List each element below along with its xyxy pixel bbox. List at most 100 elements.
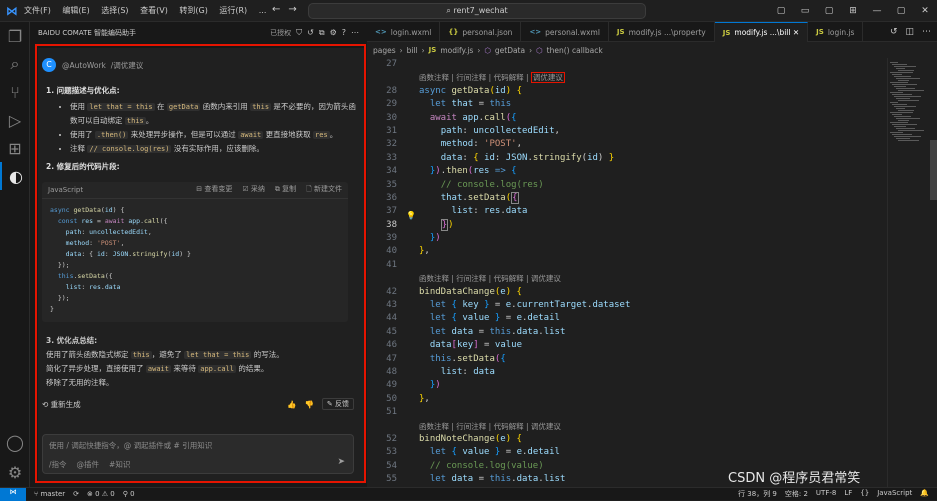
editor-scrollbar[interactable] xyxy=(930,140,937,200)
timeline-icon[interactable]: ↺ xyxy=(890,27,898,37)
tab-modify-bill[interactable]: JS modify.js ...\bill ✕ xyxy=(714,22,809,42)
layout-panel-icon[interactable]: ▭ xyxy=(793,6,817,16)
branch-status[interactable]: ⑂ master xyxy=(34,490,65,498)
regenerate-button[interactable]: ⟲ 重新生成 xyxy=(42,399,81,410)
copy-button[interactable]: ⧉ 复制 xyxy=(275,184,296,196)
code-editor[interactable]: 27 28 29 30 31 32 33 34 35 36 37 38 39 40 41 42 43 44 45 46… xyxy=(367,58,887,498)
layout-secondary-icon[interactable]: ▢ xyxy=(817,6,841,16)
accept-button[interactable]: ☑ 采纳 xyxy=(242,184,265,196)
new-chat-icon[interactable]: ⧉ xyxy=(319,28,325,38)
hint-command[interactable]: /指令 xyxy=(49,459,67,470)
eol[interactable]: LF xyxy=(844,489,852,499)
command-center-search[interactable]: ⌕ rent7_wechat xyxy=(308,3,646,19)
line-number: 32 xyxy=(386,139,397,150)
minimap-stroke xyxy=(892,124,917,125)
chat-input[interactable]: 使用 / 调起快捷指令，@ 调起插件或 # 引用知识 /指令 @插件 #知识 ➤ xyxy=(42,434,354,474)
extensions-icon[interactable]: ⊞ xyxy=(0,134,30,162)
shield-icon[interactable]: ⛉ xyxy=(296,28,302,38)
maximize-icon[interactable]: ▢ xyxy=(889,6,913,16)
menu-more[interactable]: ... xyxy=(259,6,267,15)
gear-icon[interactable]: ⚙ xyxy=(330,28,337,38)
search-icon[interactable]: ⌕ xyxy=(0,50,30,78)
back-arrow-icon[interactable]: ← xyxy=(272,4,288,15)
status-right: 行 38，列 9 空格: 2 UTF-8 LF {} JavaScript 🔔 xyxy=(738,489,937,499)
tab-close-icon[interactable]: ✕ xyxy=(793,28,799,37)
codelens[interactable]: 函数注释 | 行间注释 | 代码解释 | 调优建议 xyxy=(419,420,879,433)
settings-gear-icon[interactable]: ⚙ xyxy=(0,458,30,486)
optimize-suggestion-link[interactable]: 调优建议 xyxy=(530,72,565,84)
minimap-stroke xyxy=(898,130,924,131)
code-language: JavaScript xyxy=(48,186,84,194)
codelens[interactable]: 函数注释 | 行间注释 | 代码解释 | 调优建议 xyxy=(419,272,879,285)
language-braces[interactable]: {} xyxy=(860,489,869,499)
line-number: 46 xyxy=(386,340,397,351)
layout-sidebar-icon[interactable]: ▢ xyxy=(769,6,793,16)
tab-login-wxml[interactable]: <> login.wxml xyxy=(367,22,441,42)
code-line: list: res.data xyxy=(65,283,121,291)
tab-login-js[interactable]: JS login.js xyxy=(808,22,864,42)
menu-run[interactable]: 运行(R) xyxy=(219,6,247,15)
notifications-icon[interactable]: 🔔 xyxy=(920,489,929,499)
minimap-stroke xyxy=(896,88,915,89)
comate-avatar: C xyxy=(42,58,56,72)
line-number xyxy=(367,420,397,433)
minimap-stroke xyxy=(896,108,905,109)
method-icon: ⬡ xyxy=(484,45,491,55)
more-actions-icon[interactable]: ⋯ xyxy=(922,27,931,37)
comate-icon[interactable]: ◐ xyxy=(0,162,30,190)
language-mode[interactable]: JavaScript xyxy=(877,489,912,499)
breadcrumb-item[interactable]: getData xyxy=(495,46,525,55)
account-icon[interactable]: ◯ xyxy=(0,428,30,456)
breadcrumb-item[interactable]: modify.js xyxy=(440,46,473,55)
forward-arrow-icon[interactable]: → xyxy=(288,4,304,15)
encoding[interactable]: UTF-8 xyxy=(816,489,836,499)
menu-edit[interactable]: 编辑(E) xyxy=(62,6,89,15)
view-diff-button[interactable]: ⊟ 查看变更 xyxy=(196,184,232,196)
thumbs-up-icon[interactable]: 👍 xyxy=(287,400,296,409)
explorer-icon[interactable]: ❐ xyxy=(0,22,30,50)
menu-go[interactable]: 转到(G) xyxy=(179,6,207,15)
ports-status[interactable]: ⚲ 0 xyxy=(123,490,135,498)
split-editor-icon[interactable]: ◫ xyxy=(905,27,914,37)
breadcrumb-item[interactable]: pages xyxy=(373,46,396,55)
tab-label: modify.js ...\bill xyxy=(734,28,791,37)
customize-layout-icon[interactable]: ⊞ xyxy=(841,6,865,16)
tab-personal-json[interactable]: {} personal.json xyxy=(440,22,522,42)
tab-personal-wxml[interactable]: <> personal.wxml xyxy=(521,22,609,42)
sync-icon[interactable]: ⟳ xyxy=(73,490,79,498)
code-line: list: res.data xyxy=(451,206,528,217)
minimize-icon[interactable]: — xyxy=(865,6,889,16)
minimap-stroke xyxy=(892,64,907,65)
code-content[interactable]: async getData(id) { const res = await ap… xyxy=(42,199,348,321)
run-debug-icon[interactable]: ▷ xyxy=(0,106,30,134)
line-number: 47 xyxy=(386,353,397,364)
send-icon[interactable]: ➤ xyxy=(337,457,345,467)
more-icon[interactable]: ⋯ xyxy=(351,28,359,38)
menu-view[interactable]: 查看(V) xyxy=(140,6,168,15)
problems-status[interactable]: ⊗ 0 ⚠ 0 xyxy=(87,490,115,498)
tab-modify-property[interactable]: JS modify.js ...\property xyxy=(609,22,715,42)
thumbs-down-icon[interactable]: 👎 xyxy=(305,400,314,409)
minimap-stroke xyxy=(896,138,910,139)
help-icon[interactable]: ? xyxy=(342,28,346,38)
remote-icon[interactable]: ⋈ xyxy=(0,487,26,501)
source-control-icon[interactable]: ⑂ xyxy=(0,78,30,106)
feedback-button[interactable]: ✎ 反馈 xyxy=(321,398,354,410)
response-footer: ⟲ 重新生成 👍 👎 ✎ 反馈 xyxy=(42,398,354,410)
indentation[interactable]: 空格: 2 xyxy=(785,489,808,499)
lightbulb-icon[interactable]: 💡 xyxy=(406,211,416,220)
minimap-stroke xyxy=(898,100,919,101)
minimap[interactable] xyxy=(887,58,937,487)
breadcrumb-item[interactable]: then() callback xyxy=(547,46,603,55)
new-file-button[interactable]: 🗋 新建文件 xyxy=(306,184,342,196)
close-icon[interactable]: ✕ xyxy=(913,6,937,16)
cursor-position[interactable]: 行 38，列 9 xyxy=(738,489,777,499)
hint-knowledge[interactable]: #知识 xyxy=(109,459,130,470)
history-icon[interactable]: ↺ xyxy=(307,28,314,38)
menu-file[interactable]: 文件(F) xyxy=(24,6,51,15)
minimap-stroke xyxy=(890,132,903,133)
hint-plugin[interactable]: @插件 xyxy=(77,459,100,470)
code-line: bindNoteChange(e) { xyxy=(419,433,522,444)
menu-selection[interactable]: 选择(S) xyxy=(101,6,128,15)
breadcrumb-item[interactable]: bill xyxy=(407,46,418,55)
